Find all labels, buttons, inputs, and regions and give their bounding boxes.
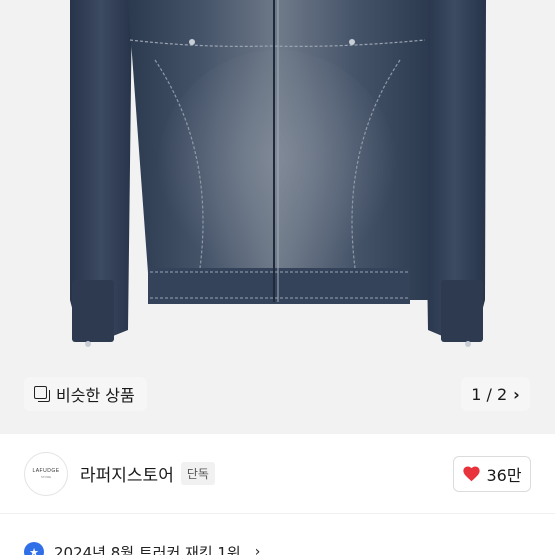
- heart-icon: [463, 466, 481, 482]
- denim-jacket-image: [70, 0, 486, 347]
- like-count: 36만: [486, 465, 522, 485]
- image-pager[interactable]: 1 / 2 ›: [461, 377, 530, 411]
- ranking-text: 2024년 8월 트러커 재킷 1위: [54, 543, 241, 555]
- similar-products-button[interactable]: 비슷한 상품: [24, 377, 147, 411]
- store-row: LAFUDGE STORE 라퍼지스토어 단독 36만: [0, 434, 555, 514]
- similar-products-label: 비슷한 상품: [56, 386, 135, 405]
- like-button[interactable]: 36만: [453, 455, 531, 492]
- chevron-right-icon: ›: [513, 384, 520, 404]
- ranking-link[interactable]: ★ 2024년 8월 트러커 재킷 1위 ›: [24, 540, 260, 555]
- store-name[interactable]: 라퍼지스토어: [80, 461, 174, 486]
- chevron-right-icon: ›: [254, 544, 261, 555]
- copy-icon: [34, 386, 50, 402]
- exclusive-badge: 단독: [180, 462, 215, 485]
- star-icon: ★: [24, 542, 44, 555]
- pager-text: 1 / 2: [471, 384, 508, 404]
- product-image[interactable]: 비슷한 상품 1 / 2 ›: [0, 0, 555, 434]
- store-logo-text: LAFUDGE: [32, 468, 60, 474]
- store-logo-subtext: STORE: [40, 475, 52, 479]
- store-logo[interactable]: LAFUDGE STORE: [24, 451, 68, 496]
